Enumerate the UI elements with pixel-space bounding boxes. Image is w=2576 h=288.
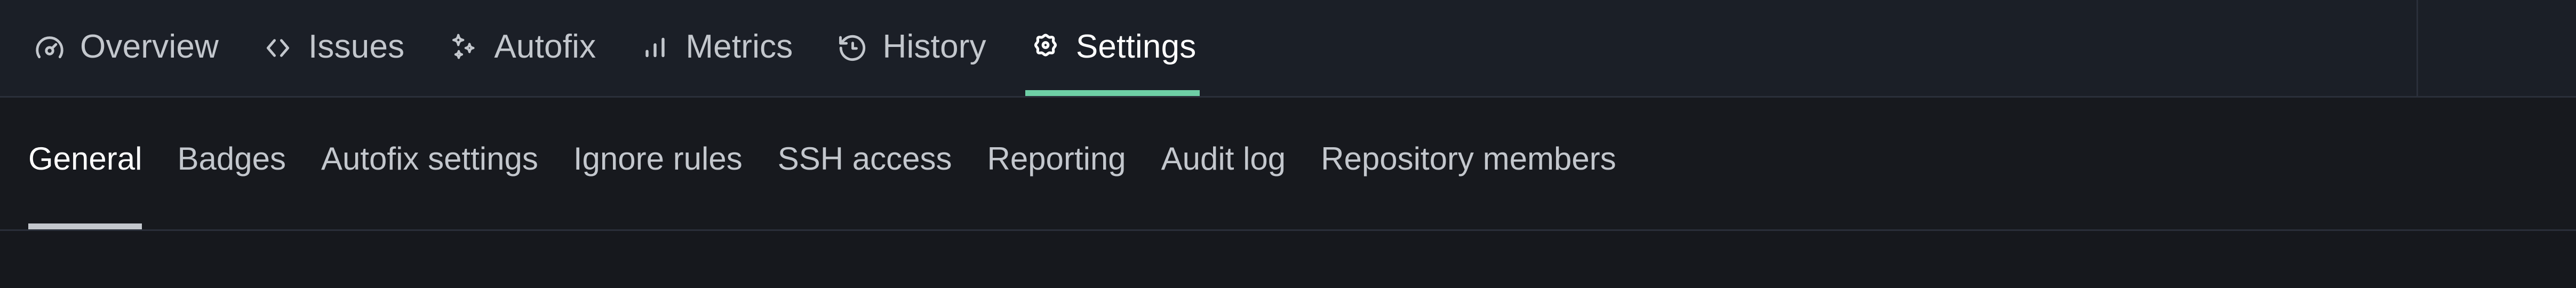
primary-nav-divider (2417, 0, 2418, 96)
subtab-autofix-settings[interactable]: Autofix settings (304, 98, 556, 229)
tab-settings-label: Settings (1075, 28, 1197, 65)
subtab-general-underline (28, 223, 142, 229)
subtab-autofix-settings-label: Autofix settings (321, 140, 538, 177)
subtab-ssh-access-label: SSH access (777, 140, 952, 177)
content-area (0, 231, 2576, 286)
subtab-badges-underline (177, 223, 286, 229)
tab-autofix-label: Autofix (494, 28, 596, 65)
subtab-ssh-access-underline (778, 223, 952, 229)
subtab-reporting-label: Reporting (987, 140, 1126, 177)
sparkles-icon (447, 31, 480, 65)
subtab-repository-members-label: Repository members (1321, 140, 1616, 177)
tab-settings-underline (1025, 90, 1200, 96)
tab-history[interactable]: History (815, 0, 1008, 96)
subtab-ignore-rules-label: Ignore rules (573, 140, 743, 177)
subtab-audit-log-underline (1161, 223, 1286, 229)
tab-metrics-underline (635, 90, 796, 96)
subtab-general[interactable]: General (11, 98, 159, 229)
tab-overview-underline (29, 90, 222, 96)
tab-metrics[interactable]: Metrics (617, 0, 814, 96)
tab-issues[interactable]: Issues (240, 0, 426, 96)
subtab-audit-log-label: Audit log (1161, 140, 1286, 177)
code-brackets-icon (261, 31, 294, 65)
tab-autofix-underline (443, 90, 600, 96)
subtab-reporting-underline (987, 223, 1126, 229)
tab-settings[interactable]: Settings (1008, 0, 1218, 96)
subtab-audit-log[interactable]: Audit log (1144, 98, 1304, 229)
tab-overview-label: Overview (80, 28, 219, 65)
tab-issues-underline (258, 90, 408, 96)
subtab-reporting[interactable]: Reporting (969, 98, 1143, 229)
subtab-ignore-rules[interactable]: Ignore rules (556, 98, 760, 229)
subtab-ssh-access[interactable]: SSH access (760, 98, 970, 229)
gauge-icon (33, 31, 66, 65)
subtab-repository-members[interactable]: Repository members (1303, 98, 1634, 229)
subtab-ignore-rules-underline (573, 223, 743, 229)
subtab-badges[interactable]: Badges (159, 98, 304, 229)
bar-chart-icon (639, 31, 672, 65)
history-clock-icon (836, 31, 869, 65)
tab-issues-label: Issues (308, 28, 405, 65)
subtab-general-label: General (28, 140, 142, 177)
tab-history-label: History (882, 28, 986, 65)
subtab-repository-members-underline (1321, 223, 1616, 229)
subtab-autofix-settings-underline (321, 223, 538, 229)
tab-autofix[interactable]: Autofix (426, 0, 617, 96)
secondary-tab-bar: General Badges Autofix settings Ignore r… (0, 98, 2576, 231)
tab-history-underline (832, 90, 990, 96)
tab-overview[interactable]: Overview (12, 0, 240, 96)
gear-icon (1029, 31, 1062, 65)
primary-tab-bar: Overview Issues Autofix Metrics History … (0, 0, 2576, 98)
subtab-badges-label: Badges (177, 140, 286, 177)
tab-metrics-label: Metrics (685, 28, 793, 65)
app-root: Overview Issues Autofix Metrics History … (0, 0, 2576, 288)
